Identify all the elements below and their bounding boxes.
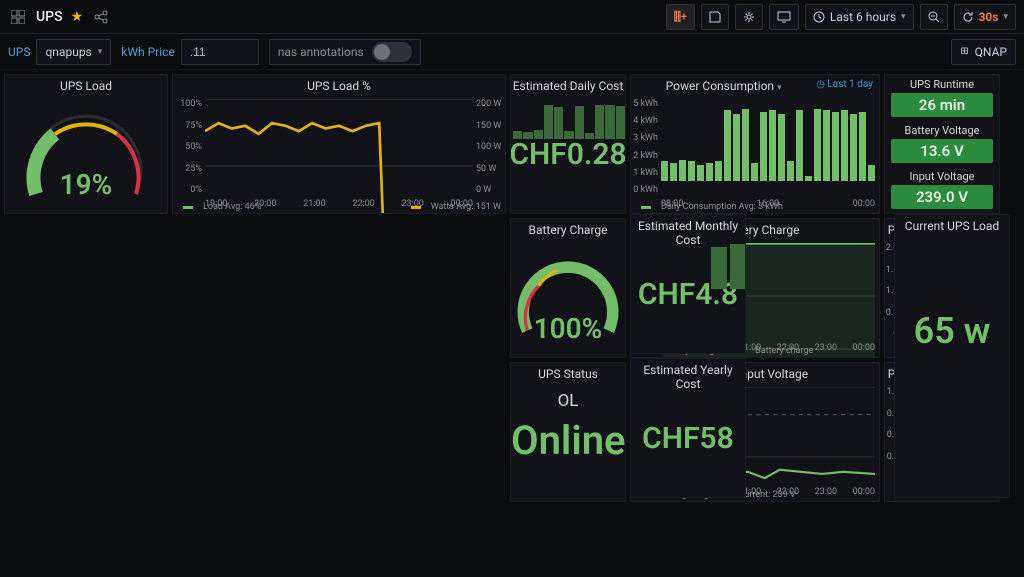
panel-stat-tiles: UPS Runtime 26 min Battery Voltage 13.6 …: [884, 74, 1000, 214]
refresh-interval: 30s: [979, 10, 999, 24]
var-label-ups: UPS: [8, 45, 30, 59]
stat-batt-v[interactable]: 13.6 V: [891, 139, 993, 163]
grid-icon[interactable]: [8, 7, 28, 27]
var-select-ups[interactable]: qnapups ▾: [36, 39, 111, 65]
timerange-picker[interactable]: Last 6 hours ▾: [805, 4, 914, 30]
annotation-toggle[interactable]: nas annotations: [269, 39, 421, 65]
panel-current-load-fix[interactable]: Current UPS Load 65 w: [894, 214, 1010, 498]
variable-bar: UPS qnapups ▾ kWh Price nas annotations …: [0, 34, 1024, 70]
share-icon[interactable]: [91, 7, 111, 27]
panel-ups-status[interactable]: UPS Status OL Online: [510, 362, 626, 502]
stat-runtime[interactable]: 26 min: [891, 93, 993, 117]
monitor-button[interactable]: [769, 4, 799, 30]
settings-button[interactable]: [735, 4, 763, 30]
panel-yearly-cost-fix[interactable]: Estimated Yearly Cost CHF58: [630, 358, 746, 498]
clock-icon: [813, 11, 825, 23]
refresh-button[interactable]: 30s ▾: [954, 4, 1016, 30]
panel-daily-cost[interactable]: Estimated Daily Cost CHF0.28: [510, 74, 626, 214]
var-input-kwh[interactable]: [181, 39, 259, 65]
panel-ups-load-gauge[interactable]: UPS Load 19%: [4, 74, 168, 214]
panel-power-1d[interactable]: Power Consumption ▾◷ Last 1 day 5 kWh4 k…: [630, 74, 880, 214]
zoom-out-button[interactable]: [920, 4, 948, 30]
row-qnap[interactable]: ⊞QNAP: [951, 39, 1016, 65]
switch-off-icon[interactable]: [372, 42, 412, 62]
panel-ups-load-chart[interactable]: UPS Load % 100%75%50%25%0% 200 W150 W100…: [172, 74, 506, 214]
save-button[interactable]: [701, 4, 729, 30]
chevron-down-icon: ▾: [1003, 12, 1008, 22]
var-label-kwh: kWh Price: [121, 45, 175, 59]
timerange-label: Last 6 hours: [830, 10, 896, 24]
panel-monthly-cost-fix[interactable]: Estimated Monthly Cost CHF4.8: [630, 214, 746, 354]
topbar: UPS ★ ⫿⫿+ Last 6 hours ▾ 30s ▾: [0, 0, 1024, 34]
add-panel-button[interactable]: ⫿⫿+: [666, 4, 695, 30]
star-icon[interactable]: ★: [71, 9, 84, 25]
stat-input-v[interactable]: 239.0 V: [891, 185, 993, 209]
chevron-down-icon: ▾: [901, 12, 906, 22]
panel-battery-gauge[interactable]: Battery Charge 100%: [510, 218, 626, 358]
dashboard-title[interactable]: UPS: [36, 9, 63, 25]
clock-range-link[interactable]: ◷ Last 1 day: [816, 79, 879, 90]
